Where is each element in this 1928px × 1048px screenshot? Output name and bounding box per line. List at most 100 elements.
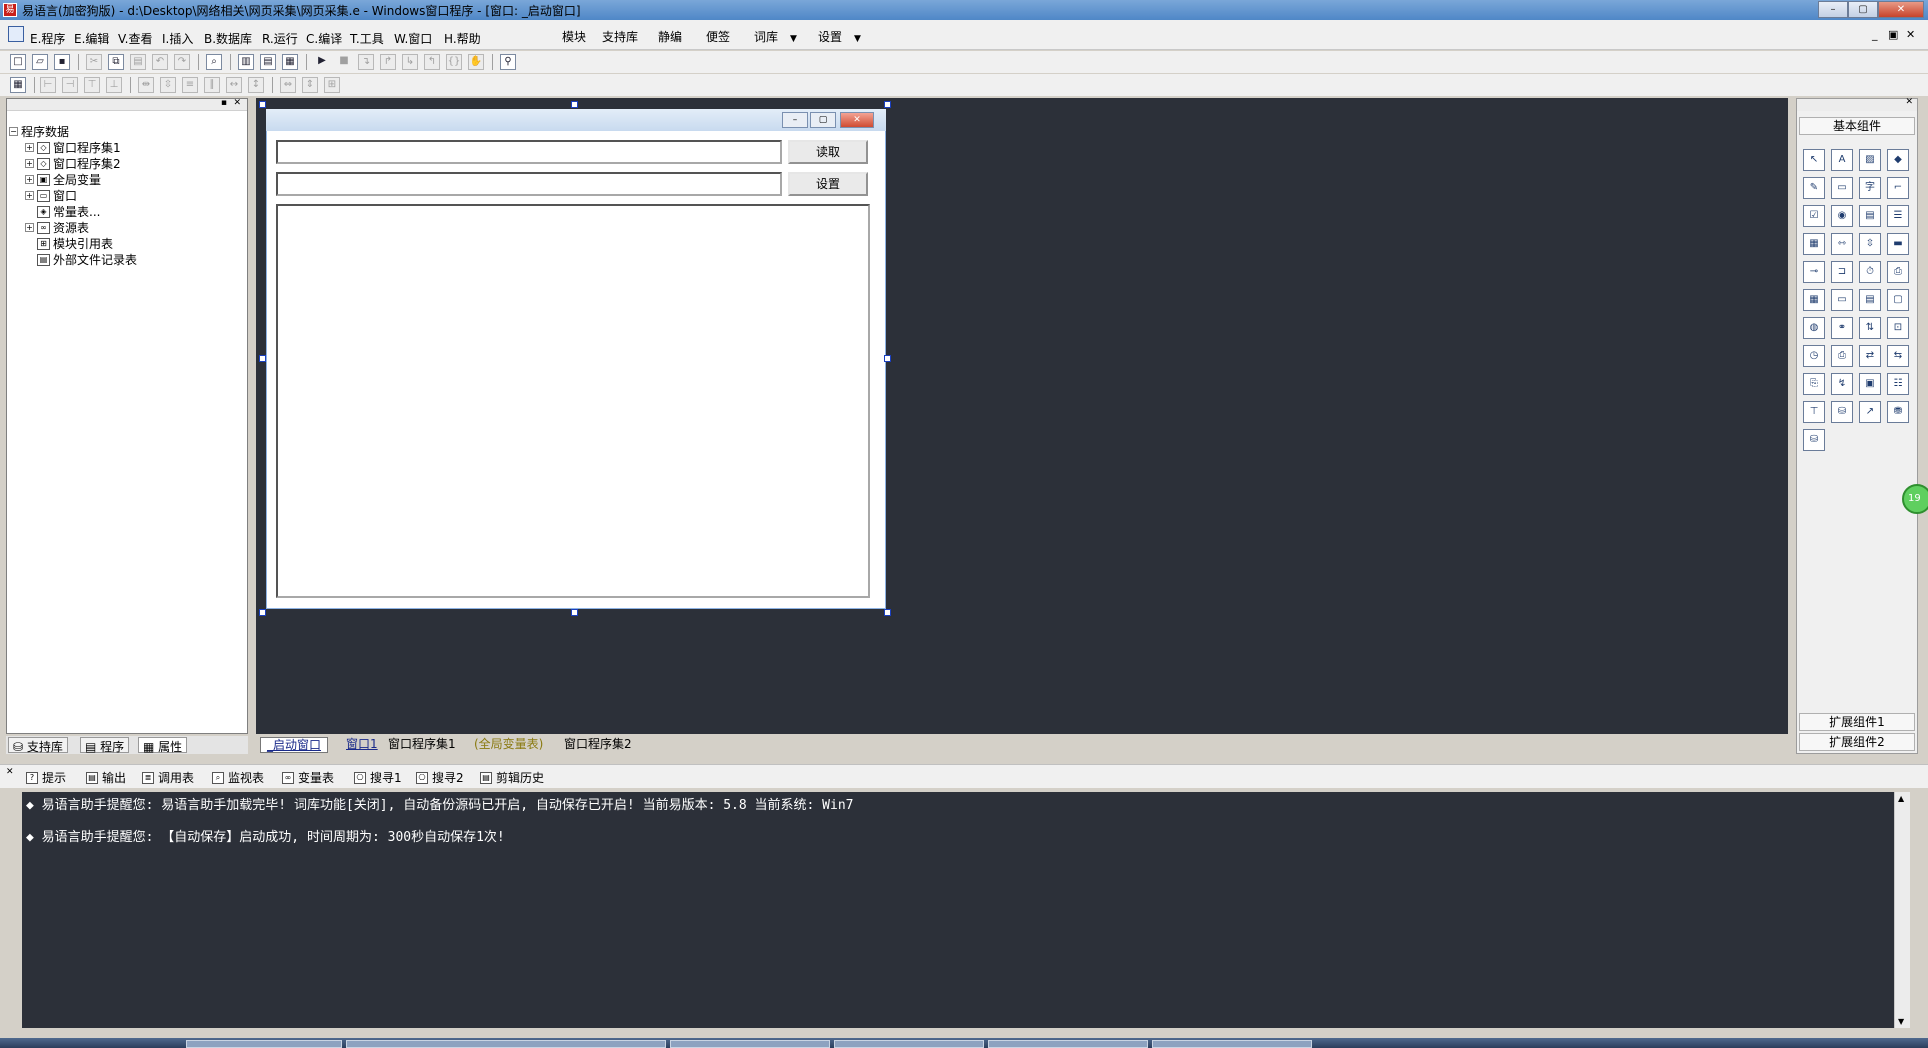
resize-handle[interactable] [259,609,266,616]
layout-1-icon[interactable]: ▥ [238,54,254,70]
dialog-icon[interactable]: ⊡ [1887,317,1909,339]
floating-assistant-ball[interactable]: 19 [1902,484,1928,514]
client-icon[interactable]: ⇄ [1859,345,1881,367]
form-titlebar[interactable]: – ▢ ✕ [266,109,886,131]
hyperlink-icon[interactable]: ⚭ [1831,317,1853,339]
progress-icon[interactable]: ▬ [1887,233,1909,255]
grid-icon[interactable]: ▦ [10,77,26,93]
pointer-icon[interactable]: ↖ [1803,149,1825,171]
expand-icon[interactable]: + [25,223,34,232]
printer-icon[interactable]: ⎙ [1887,261,1909,283]
undo-icon[interactable]: ↶ [152,54,168,70]
vscroll-icon[interactable]: ⇳ [1859,233,1881,255]
tab-window-1[interactable]: 窗口1 [340,737,384,753]
panel-close-icon[interactable]: ✕ [233,98,241,108]
tab-window-set-1[interactable]: 窗口程序集1 [382,737,462,753]
size-v-icon[interactable]: ⇕ [302,77,318,93]
menu-insert[interactable]: I.插入 [162,30,193,47]
resize-handle[interactable] [884,355,891,362]
combobox-icon[interactable]: ▤ [1859,205,1881,227]
shape-icon[interactable]: ◆ [1887,149,1909,171]
space-v-icon[interactable]: ↕ [248,77,264,93]
checklist-icon[interactable]: ▦ [1803,233,1825,255]
panel-icon[interactable]: ▣ [1859,373,1881,395]
adjuster-icon[interactable]: ⇅ [1859,317,1881,339]
palette-ext2-header[interactable]: 扩展组件2 [1799,733,1915,751]
port-icon[interactable]: ⎘ [1803,373,1825,395]
resize-handle[interactable] [259,355,266,362]
resize-handle[interactable] [571,101,578,108]
tree-item-window[interactable]: + ▭ 窗口 [25,187,77,204]
resize-handle[interactable] [259,101,266,108]
taskbar-item[interactable] [346,1040,666,1048]
menu-settings[interactable]: 设置 ▼ [818,28,861,45]
odbc-icon[interactable]: ⛃ [1887,401,1909,423]
scroll-down-icon[interactable]: ▼ [1898,1017,1904,1026]
picture-icon[interactable]: ▨ [1859,149,1881,171]
label-icon[interactable]: A [1831,149,1853,171]
tab-variable-table[interactable]: ∞ 变量表 [282,769,334,786]
copy-icon[interactable]: ⧉ [108,54,124,70]
resize-handle[interactable] [884,101,891,108]
tab-control-icon[interactable]: ⊐ [1831,261,1853,283]
palette-ext1-header[interactable]: 扩展组件1 [1799,713,1915,731]
app-menu-icon[interactable] [8,26,24,42]
server-icon[interactable]: ⇆ [1887,345,1909,367]
pin-icon[interactable]: ▪ [221,98,227,108]
taskbar-item[interactable] [186,1040,342,1048]
edit-icon[interactable]: ✎ [1803,177,1825,199]
hand-icon[interactable]: ✋ [468,54,484,70]
save-icon[interactable]: ▪ [54,54,70,70]
maximize-button[interactable]: ▢ [1848,1,1878,18]
menu-view[interactable]: V.查看 [118,30,152,47]
tab-startup-window[interactable]: _启动窗口 [260,737,329,753]
tab-search-1[interactable]: ⎔ 搜寻1 [354,769,402,786]
radio-icon[interactable]: ◉ [1831,205,1853,227]
stop-icon[interactable]: ■ [336,54,352,70]
taskbar-item[interactable] [1152,1040,1312,1048]
color-picker-icon[interactable]: ◍ [1803,317,1825,339]
taskbar-item[interactable] [834,1040,984,1048]
tab-output[interactable]: ▤ 输出 [86,769,126,786]
tab-hint[interactable]: ? 提示 [26,769,66,786]
checkbox-icon[interactable]: ☑ [1803,205,1825,227]
frame-icon[interactable]: ▭ [1831,177,1853,199]
folder-box-icon[interactable]: ▤ [1859,289,1881,311]
expand-icon[interactable]: + [25,159,34,168]
set-button[interactable]: 设置 [788,172,868,196]
tree-item-window-set-1[interactable]: + ◇ 窗口程序集1 [25,139,121,156]
tree-item-constants[interactable]: ◈ 常量表... [25,203,100,220]
scroll-up-icon[interactable]: ▲ [1898,794,1904,803]
line-icon[interactable]: ⌐ [1887,177,1909,199]
output-close-icon[interactable]: ✕ [6,767,14,777]
layout-2-icon[interactable]: ▤ [260,54,276,70]
tree-item-window-set-2[interactable]: + ◇ 窗口程序集2 [25,155,121,172]
drive-box-icon[interactable]: ▭ [1831,289,1853,311]
layout-3-icon[interactable]: ▦ [282,54,298,70]
mdi-restore-icon[interactable]: ▣ [1888,28,1898,41]
tree-item-global-vars[interactable]: + ▣ 全局变量 [25,171,101,188]
database-icon[interactable]: ⛁ [1831,401,1853,423]
menu-module[interactable]: 模块 [562,28,586,45]
collapse-icon[interactable]: − [9,127,18,136]
text-icon[interactable]: 字 [1859,177,1881,199]
menu-edit[interactable]: E.编辑 [74,30,109,47]
timer-icon[interactable]: ⏱ [1859,261,1881,283]
expand-icon[interactable]: + [25,175,34,184]
listbox-icon[interactable]: ☰ [1887,205,1909,227]
input-url-2[interactable] [276,172,782,196]
tab-program[interactable]: ▤ 程序 [80,737,130,754]
step-2-icon[interactable]: ↱ [380,54,396,70]
chart-icon[interactable]: ↗ [1859,401,1881,423]
palette-close-icon[interactable]: ✕ [1905,97,1913,107]
menu-tools[interactable]: T.工具 [350,30,384,47]
output-scrollbar[interactable]: ▲ ▼ [1894,792,1910,1028]
step-1-icon[interactable]: ↴ [358,54,374,70]
form-close-icon[interactable]: ✕ [840,112,874,128]
tree-item-module-refs[interactable]: ⊞ 模块引用表 [25,235,113,252]
tree-item-resources[interactable]: + ∞ 资源表 [25,219,89,236]
size-both-icon[interactable]: ⊞ [324,77,340,93]
tree-icon[interactable]: ⊤ [1803,401,1825,423]
tab-clip-history[interactable]: ▤ 剪辑历史 [480,769,544,786]
file-box-icon[interactable]: ▢ [1887,289,1909,311]
